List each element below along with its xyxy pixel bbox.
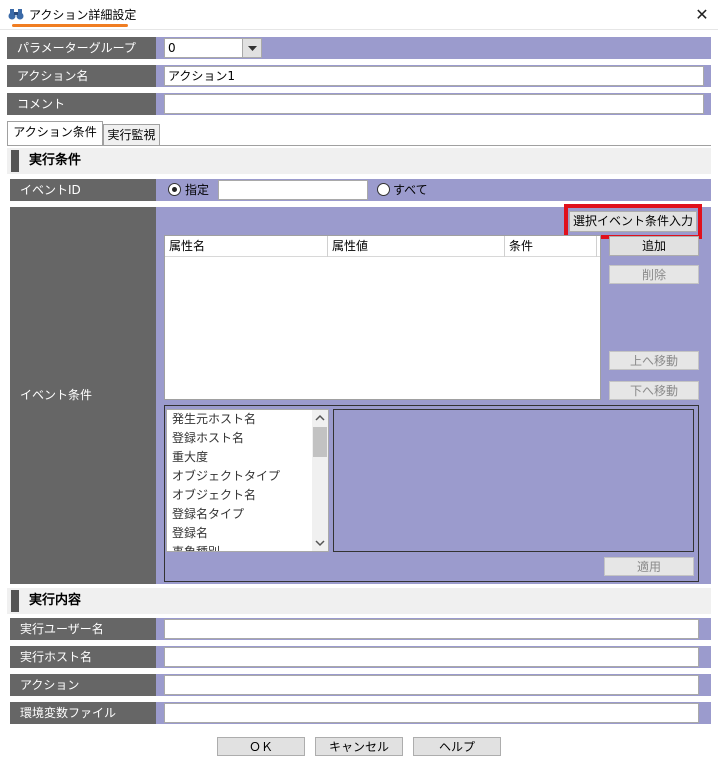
list-item[interactable]: 発生元ホスト名 <box>167 410 328 429</box>
chevron-down-icon[interactable] <box>242 39 261 57</box>
list-item[interactable]: 事象種別 <box>167 543 328 551</box>
radio-all-label: すべて <box>393 183 428 197</box>
exec-conditions-title: 実行条件 <box>29 153 82 168</box>
event-condition-label: イベント条件 <box>10 207 156 584</box>
list-item[interactable]: オブジェクト名 <box>167 486 328 505</box>
exec-conditions-header <box>7 148 711 174</box>
comment-input[interactable] <box>164 94 704 114</box>
condition-detail-panel <box>333 409 694 552</box>
ok-button[interactable]: ＯＫ <box>217 737 305 756</box>
chevron-down-icon[interactable] <box>312 535 328 551</box>
tab-exec-monitor[interactable]: 実行監視 <box>103 124 160 145</box>
cancel-button[interactable]: キャンセル <box>315 737 403 756</box>
delete-button[interactable]: 削除 <box>609 265 699 284</box>
list-item[interactable]: 重大度 <box>167 448 328 467</box>
list-item[interactable]: 登録ホスト名 <box>167 429 328 448</box>
param-group-value: 0 <box>168 41 176 55</box>
scrollbar-thumb[interactable] <box>313 427 327 457</box>
event-id-input[interactable] <box>218 180 368 200</box>
radio-specify-label: 指定 <box>185 183 210 197</box>
condition-table[interactable] <box>164 235 601 400</box>
tab-action-conditions[interactable]: アクション条件 <box>7 121 103 145</box>
apply-button[interactable]: 適用 <box>604 557 694 576</box>
exec-host-label: 実行ホスト名 <box>10 646 156 668</box>
window-title: アクション詳細設定 <box>29 8 137 22</box>
add-button[interactable]: 追加 <box>609 236 699 256</box>
exec-user-input[interactable] <box>164 619 699 639</box>
binoculars-icon <box>8 7 24 21</box>
param-group-label: パラメーターグループ <box>7 37 156 59</box>
table-header-condition[interactable]: 条件 <box>505 236 597 257</box>
comment-label: コメント <box>7 93 156 115</box>
env-file-label: 環境変数ファイル <box>10 702 156 724</box>
help-button[interactable]: ヘルプ <box>413 737 501 756</box>
chevron-up-icon[interactable] <box>312 410 328 426</box>
attribute-list[interactable]: 発生元ホスト名 登録ホスト名 重大度 オブジェクトタイプ オブジェクト名 登録名… <box>166 409 329 552</box>
title-underline <box>12 24 128 27</box>
env-file-input[interactable] <box>164 703 699 723</box>
exec-content-header <box>7 588 711 614</box>
exec-user-label: 実行ユーザー名 <box>10 618 156 640</box>
move-up-button[interactable]: 上へ移動 <box>609 351 699 370</box>
section-bar <box>11 150 19 172</box>
action-label: アクション <box>10 674 156 696</box>
tab-divider <box>7 145 711 146</box>
table-header-attr-value[interactable]: 属性値 <box>328 236 505 257</box>
list-item[interactable]: 登録名 <box>167 524 328 543</box>
radio-all[interactable] <box>377 183 390 196</box>
list-item[interactable]: 登録名タイプ <box>167 505 328 524</box>
highlight-box <box>564 204 702 239</box>
table-header-attr-name[interactable]: 属性名 <box>165 236 328 257</box>
close-icon[interactable]: ✕ <box>692 5 712 25</box>
action-name-label: アクション名 <box>7 65 156 87</box>
exec-host-input[interactable] <box>164 647 699 667</box>
action-name-input[interactable]: アクション1 <box>164 66 704 86</box>
list-item[interactable]: オブジェクトタイプ <box>167 467 328 486</box>
event-id-label: イベントID <box>10 179 156 201</box>
radio-specify[interactable] <box>168 183 181 196</box>
exec-content-title: 実行内容 <box>29 593 82 608</box>
action-input[interactable] <box>164 675 699 695</box>
section-bar <box>11 590 19 612</box>
move-down-button[interactable]: 下へ移動 <box>609 381 699 400</box>
